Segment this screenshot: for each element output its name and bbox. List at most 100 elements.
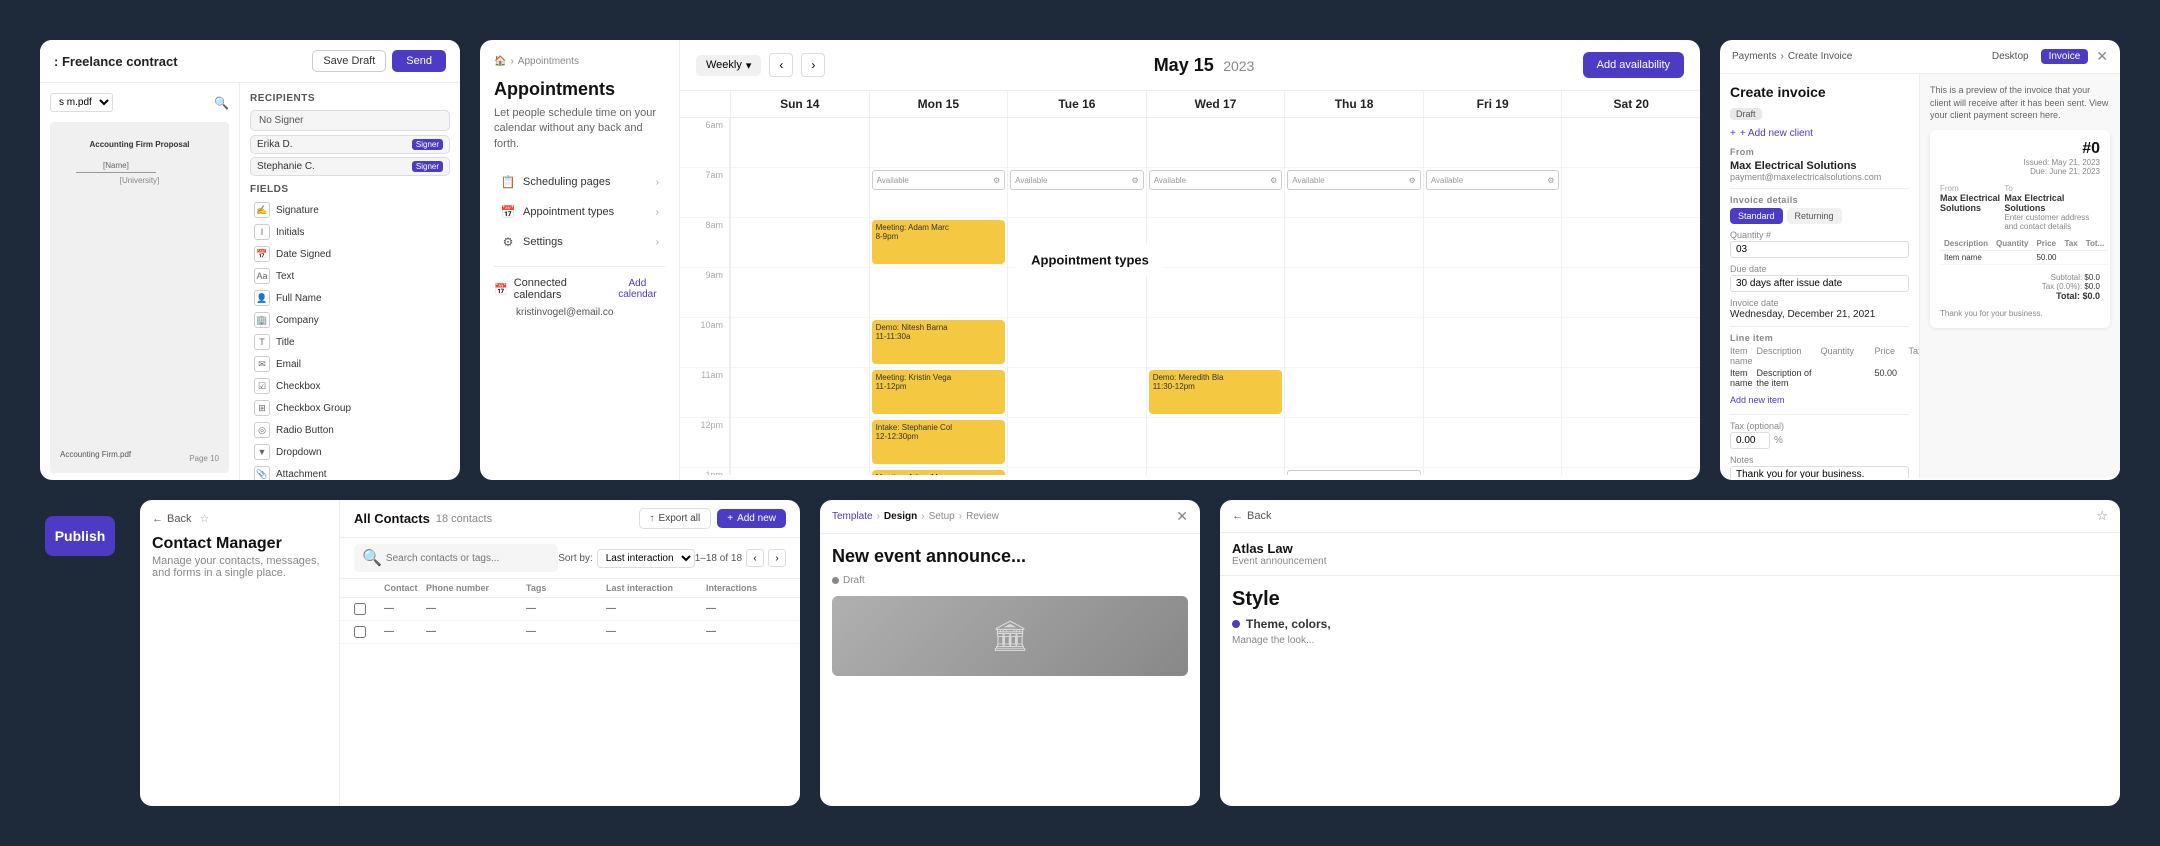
invoice-body: Create invoice Draft + + Add new client …	[1720, 74, 2120, 478]
tax-input[interactable]	[1730, 432, 1770, 449]
available-thu-7am[interactable]: Available ⚙	[1287, 170, 1421, 190]
review-link[interactable]: Review	[966, 511, 999, 522]
apt-types-chevron-icon: ›	[656, 207, 659, 218]
field-fullname[interactable]: 👤 Full Name	[250, 287, 450, 309]
template-link[interactable]: Template	[832, 511, 873, 522]
save-draft-button[interactable]: Save Draft	[312, 50, 386, 72]
table-row[interactable]: — — — — —	[340, 598, 800, 621]
contacts-sort: Sort by: Last interaction	[558, 549, 694, 568]
invoice-dates: Issued: May 21, 2023 Due: June 21, 2023	[1940, 158, 2100, 176]
zoom-select[interactable]: s m.pdf	[50, 93, 113, 112]
quantity-input[interactable]	[1730, 241, 1909, 258]
setup-link[interactable]: Setup	[929, 511, 955, 522]
event-intake-stephanie[interactable]: Intake: Stephanie Col12-12:30pm	[872, 420, 1006, 464]
publish-button[interactable]: Publish	[45, 516, 115, 556]
field-checkbox-group[interactable]: ⊞ Checkbox Group	[250, 397, 450, 419]
attachment-icon: 📎	[254, 466, 270, 480]
create-invoice-link[interactable]: Create Invoice	[1788, 51, 1852, 62]
style-body: Style Theme, colors, Manage the look...	[1220, 576, 2120, 802]
add-new-contact-button[interactable]: + Add new	[717, 509, 786, 528]
field-signature[interactable]: ✍ Signature	[250, 199, 450, 221]
bookmark-icon: ☆	[199, 512, 209, 525]
invoice-view-tab[interactable]: Invoice	[2041, 49, 2089, 64]
desktop-view-tab[interactable]: Desktop	[1984, 49, 2037, 64]
invoice-close-button[interactable]: ✕	[2096, 48, 2108, 65]
add-availability-button[interactable]: Add availability	[1583, 52, 1684, 78]
settings-item[interactable]: ⚙ Settings ›	[494, 228, 665, 256]
event-demo-meredith[interactable]: Demo: Meredith Bla11:30-12pm	[1149, 370, 1283, 414]
field-title[interactable]: T Title	[250, 331, 450, 353]
field-dropdown[interactable]: ▼ Dropdown	[250, 441, 450, 463]
search-input[interactable]	[386, 553, 550, 564]
scheduling-pages-item[interactable]: 📋 Scheduling pages ›	[494, 168, 665, 196]
add-client-button[interactable]: + + Add new client	[1730, 128, 1813, 139]
signer2-badge: Signer	[412, 161, 443, 172]
export-button[interactable]: ↑ Export all	[639, 508, 712, 529]
returning-tab[interactable]: Returning	[1787, 208, 1842, 224]
field-company[interactable]: 🏢 Company	[250, 309, 450, 331]
table-row[interactable]: — — — — —	[340, 621, 800, 644]
event-meeting-adam[interactable]: Meeting: Adam Marc8-9pm	[872, 220, 1006, 264]
time-8am: 8am	[680, 218, 729, 268]
weekly-view-button[interactable]: Weekly ▾	[696, 55, 761, 76]
event-meeting-kristin[interactable]: Meeting: Kristin Vega11-12pm	[872, 370, 1006, 414]
invoice-preview-note: This is a preview of the invoice that yo…	[1930, 84, 2110, 122]
prev-page-button[interactable]: ‹	[746, 549, 764, 567]
field-checkbox[interactable]: ☑ Checkbox	[250, 375, 450, 397]
initials-icon: I	[254, 224, 270, 240]
status-dot	[832, 577, 839, 584]
field-company-label: Company	[276, 315, 319, 326]
add-calendar-button[interactable]: Add calendar	[610, 278, 665, 300]
event-meeting-adam2[interactable]: Meeting: Adam Marc1-2pm	[872, 470, 1006, 475]
event-demo-nitesh[interactable]: Demo: Nitesh Barna11-11:30a	[872, 320, 1006, 364]
field-text[interactable]: Aa Text	[250, 265, 450, 287]
style-back-button[interactable]: ← Back	[1232, 510, 1271, 522]
preview-totals: Subtotal: $0.0 Tax (0.0%): $0.0 Total: $…	[1940, 273, 2100, 301]
back-arrow-icon: ←	[152, 513, 163, 525]
event-header: Template › Design › Setup › Review ✕	[820, 500, 1200, 534]
standard-tab[interactable]: Standard	[1730, 208, 1783, 224]
available-wed-7am[interactable]: Available ⚙	[1149, 170, 1283, 190]
prev-week-button[interactable]: ‹	[769, 53, 793, 77]
back-button[interactable]: ← Back ☆	[152, 512, 327, 525]
available-tue-7am[interactable]: Available ⚙	[1010, 170, 1144, 190]
contacts-search-box: 🔍	[354, 544, 558, 572]
field-radio-label: Radio Button	[276, 425, 334, 436]
due-date-input[interactable]	[1730, 275, 1909, 292]
field-initials[interactable]: I Initials	[250, 221, 450, 243]
day-header-tue: Tue 16	[1007, 91, 1146, 117]
field-email[interactable]: ✉ Email	[250, 353, 450, 375]
cal-year: 2023	[1223, 58, 1254, 74]
scheduling-pages-label: Scheduling pages	[523, 176, 610, 188]
notes-input[interactable]	[1730, 466, 1909, 478]
checkbox-icon: ☑	[254, 378, 270, 394]
event-type-label: Event announcement	[1232, 556, 1327, 567]
calendar-nav: Weekly ▾ ‹ ›	[696, 53, 825, 77]
add-item-button[interactable]: Add new item	[1730, 395, 1785, 405]
next-page-button[interactable]: ›	[768, 549, 786, 567]
field-radio[interactable]: ◎ Radio Button	[250, 419, 450, 441]
time-7am: 7am	[680, 168, 729, 218]
next-week-button[interactable]: ›	[801, 53, 825, 77]
no-signer-button[interactable]: No Signer	[250, 110, 450, 131]
event-close-button[interactable]: ✕	[1176, 508, 1188, 525]
field-fullname-label: Full Name	[276, 293, 322, 304]
payments-link[interactable]: Payments	[1732, 51, 1776, 62]
day-header-fri: Fri 19	[1423, 91, 1562, 117]
available-mon-7am[interactable]: Available ⚙	[872, 170, 1006, 190]
row-checkbox[interactable]	[354, 603, 366, 615]
available-fri-7am[interactable]: Available ⚙	[1426, 170, 1560, 190]
row-checkbox[interactable]	[354, 626, 366, 638]
invoice-form: Create invoice Draft + + Add new client …	[1720, 74, 1920, 478]
send-button[interactable]: Send	[392, 50, 446, 72]
calendar-main: Weekly ▾ ‹ › May 15 2023 Add availabilit…	[680, 40, 1700, 480]
all-contacts-title: All Contacts	[354, 511, 430, 526]
field-attachment[interactable]: 📎 Attachment	[250, 463, 450, 480]
appointment-types-item[interactable]: 📅 Appointment types ›	[494, 198, 665, 226]
field-date-signed[interactable]: 📅 Date Signed	[250, 243, 450, 265]
style-bookmark-icon[interactable]: ☆	[2096, 508, 2108, 524]
day-col-wed: Available ⚙ Demo: Meredith Bla11:30-12pm	[1146, 118, 1285, 475]
checkbox-group-icon: ⊞	[254, 400, 270, 416]
sort-select[interactable]: Last interaction	[597, 549, 695, 568]
available-thu-1pm[interactable]: Available ⚙	[1287, 470, 1421, 475]
